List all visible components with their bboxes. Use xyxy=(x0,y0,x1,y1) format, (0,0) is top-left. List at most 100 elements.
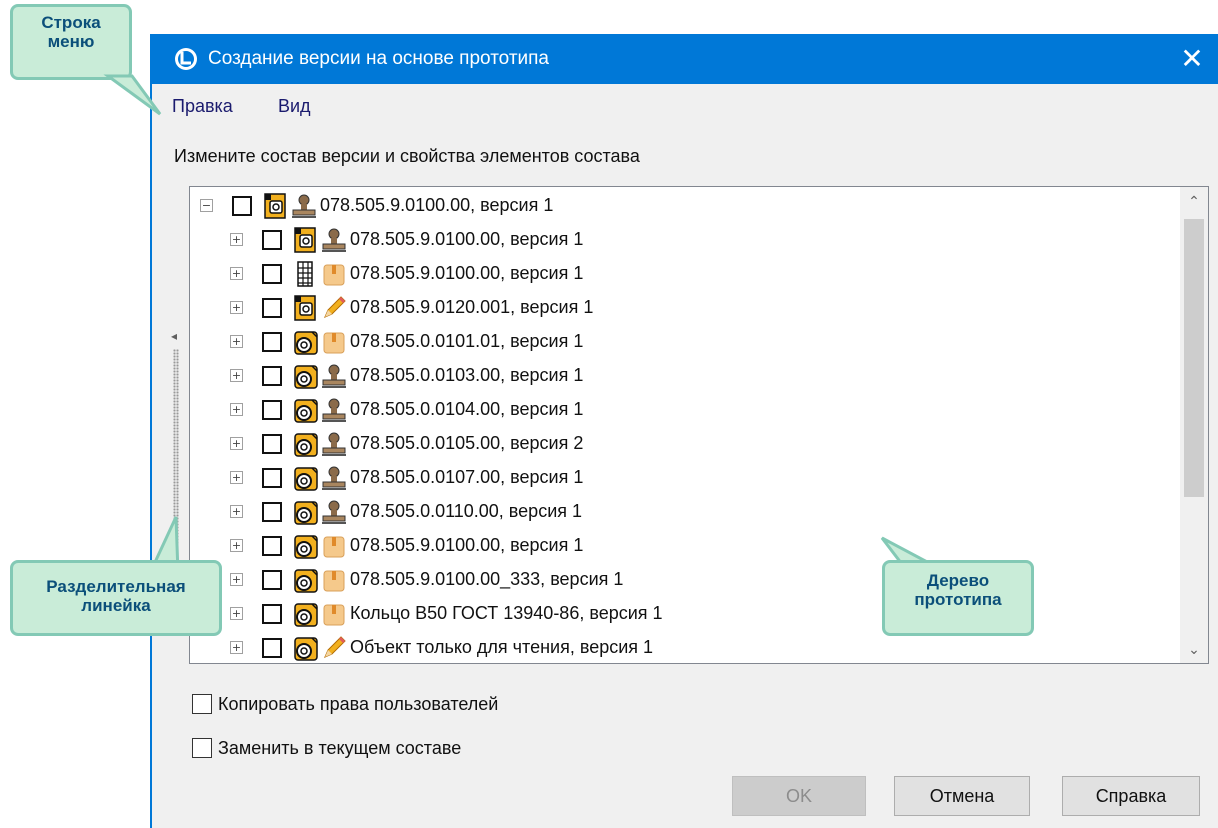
app-logo-icon xyxy=(175,48,197,70)
expand-icon[interactable]: + xyxy=(230,505,243,518)
package-icon xyxy=(320,566,348,594)
pencil-icon xyxy=(320,634,348,662)
stamp-icon xyxy=(320,430,348,458)
part-icon xyxy=(292,532,320,560)
tree-item-label: 078.505.9.0100.00, версия 1 xyxy=(350,229,584,249)
part-icon xyxy=(292,464,320,492)
part-icon xyxy=(292,362,320,390)
tree-row[interactable]: + Объект только для чтения, версия 1 xyxy=(190,631,1180,663)
callout-tree-text: Дерево прототипа xyxy=(914,571,1002,609)
expand-icon[interactable]: + xyxy=(230,471,243,484)
part-icon xyxy=(292,396,320,424)
expand-icon[interactable]: + xyxy=(230,403,243,416)
callout-menu-bar: Строка меню xyxy=(10,4,132,80)
tree-item-label: 078.505.0.0104.00, версия 1 xyxy=(350,399,584,419)
part-icon xyxy=(292,634,320,662)
callout-splitter-text: Разделительная линейка xyxy=(46,577,186,615)
tree-item-label: Кольцо В50 ГОСТ 13940-86, версия 1 xyxy=(350,603,663,623)
expand-icon[interactable]: + xyxy=(230,573,243,586)
callout-menu-bar-pointer xyxy=(103,74,162,116)
tree-item-label: Объект только для чтения, версия 1 xyxy=(350,637,654,657)
tree-item-checkbox[interactable] xyxy=(262,604,282,624)
tree-item-checkbox[interactable] xyxy=(262,230,282,250)
scroll-up-icon[interactable]: ⌃ xyxy=(1180,187,1208,215)
expand-icon[interactable]: + xyxy=(230,539,243,552)
prototype-tree[interactable]: ⌃ ⌄ −078.505.9.0100.00, версия 1 +078.505… xyxy=(189,186,1209,664)
menu-item-edit[interactable]: Правка xyxy=(172,96,233,117)
tree-row[interactable]: +078.505.9.0120.001, версия 1 xyxy=(190,291,1180,325)
part-icon xyxy=(292,498,320,526)
tree-item-checkbox[interactable] xyxy=(262,536,282,556)
tree-item-checkbox[interactable] xyxy=(262,434,282,454)
tree-item-label: 078.505.9.0100.00, версия 1 xyxy=(350,535,584,555)
expand-icon[interactable]: + xyxy=(230,437,243,450)
tree-item-checkbox[interactable] xyxy=(262,468,282,488)
tree-root-row[interactable]: − 078.505.9.0100.00, версия 1 xyxy=(190,189,1180,223)
tree-row[interactable]: +078.505.0.0103.00, версия 1 xyxy=(190,359,1180,393)
callout-splitter: Разделительная линейка xyxy=(10,560,222,636)
tree-row[interactable]: +078.505.0.0110.00, версия 1 xyxy=(190,495,1180,529)
tree-item-checkbox[interactable] xyxy=(262,298,282,318)
callout-tree: Дерево прототипа xyxy=(882,560,1034,636)
tree-item-checkbox[interactable] xyxy=(262,366,282,386)
tree-item-label: 078.505.0.0101.01, версия 1 xyxy=(350,331,584,351)
dialog-window: Создание версии на основе прототипа ✕ Пр… xyxy=(150,34,1218,828)
menu-item-view[interactable]: Вид xyxy=(278,96,311,117)
tree-item-label: 078.505.9.0100.00, версия 1 xyxy=(320,195,554,215)
tree-row[interactable]: +078.505.0.0104.00, версия 1 xyxy=(190,393,1180,427)
tree-item-checkbox[interactable] xyxy=(262,502,282,522)
tree-row[interactable]: +078.505.9.0100.00, версия 1 xyxy=(190,529,1180,563)
expand-icon[interactable]: + xyxy=(230,233,243,246)
help-button[interactable]: Справка xyxy=(1062,776,1200,816)
copy-rights-checkbox[interactable] xyxy=(192,694,212,714)
tree-row[interactable]: +078.505.0.0105.00, версия 2 xyxy=(190,427,1180,461)
tree-row[interactable]: +078.505.0.0101.01, версия 1 xyxy=(190,325,1180,359)
window-title: Создание версии на основе прототипа xyxy=(208,48,549,69)
part-icon xyxy=(292,328,320,356)
splitter-arrow-up-icon[interactable]: ◂ xyxy=(171,329,177,343)
package-icon xyxy=(320,600,348,628)
collapse-icon[interactable]: − xyxy=(200,199,213,212)
copy-rights-label: Копировать права пользователей xyxy=(218,694,499,714)
scroll-down-icon[interactable]: ⌄ xyxy=(1180,635,1208,663)
tree-row[interactable]: +078.505.9.0100.00, версия 1 xyxy=(190,257,1180,291)
expand-icon[interactable]: + xyxy=(230,267,243,280)
stamp-icon xyxy=(320,362,348,390)
tree-item-checkbox[interactable] xyxy=(262,332,282,352)
stamp-icon xyxy=(320,498,348,526)
tree-item-checkbox[interactable] xyxy=(232,196,252,216)
stamp-icon xyxy=(320,396,348,424)
cancel-button[interactable]: Отмена xyxy=(894,776,1030,816)
part-icon xyxy=(292,600,320,628)
tree-item-label: 078.505.0.0107.00, версия 1 xyxy=(350,467,584,487)
tree-item-checkbox[interactable] xyxy=(262,264,282,284)
tree-item-checkbox[interactable] xyxy=(262,570,282,590)
expand-icon[interactable]: + xyxy=(230,369,243,382)
replace-current-checkbox[interactable] xyxy=(192,738,212,758)
replace-current-label: Заменить в текущем составе xyxy=(218,738,462,758)
stamp-icon xyxy=(320,464,348,492)
assembly-doc-icon xyxy=(262,192,290,220)
scroll-thumb[interactable] xyxy=(1184,219,1204,497)
ok-button[interactable]: OK xyxy=(732,776,866,816)
expand-icon[interactable]: + xyxy=(230,641,243,654)
tree-row[interactable]: +078.505.9.0100.00, версия 1 xyxy=(190,223,1180,257)
assembly-doc-icon xyxy=(292,294,320,322)
tree-item-checkbox[interactable] xyxy=(262,400,282,420)
tree-row[interactable]: +078.505.0.0107.00, версия 1 xyxy=(190,461,1180,495)
part-icon xyxy=(292,430,320,458)
package-icon xyxy=(320,260,348,288)
expand-icon[interactable]: + xyxy=(230,301,243,314)
callout-menu-bar-text: Строка меню xyxy=(41,13,101,51)
tree-item-label: 078.505.9.0100.00_333, версия 1 xyxy=(350,569,624,589)
expand-icon[interactable]: + xyxy=(230,607,243,620)
tree-item-checkbox[interactable] xyxy=(262,638,282,658)
stamp-icon xyxy=(320,226,348,254)
tree-item-label: 078.505.0.0103.00, версия 1 xyxy=(350,365,584,385)
expand-icon[interactable]: + xyxy=(230,335,243,348)
close-button[interactable]: ✕ xyxy=(1166,34,1218,84)
vertical-scrollbar[interactable]: ⌃ ⌄ xyxy=(1180,187,1208,663)
part-icon xyxy=(292,566,320,594)
stamp-icon xyxy=(290,192,318,220)
title-bar: Создание версии на основе прототипа ✕ xyxy=(152,34,1218,84)
